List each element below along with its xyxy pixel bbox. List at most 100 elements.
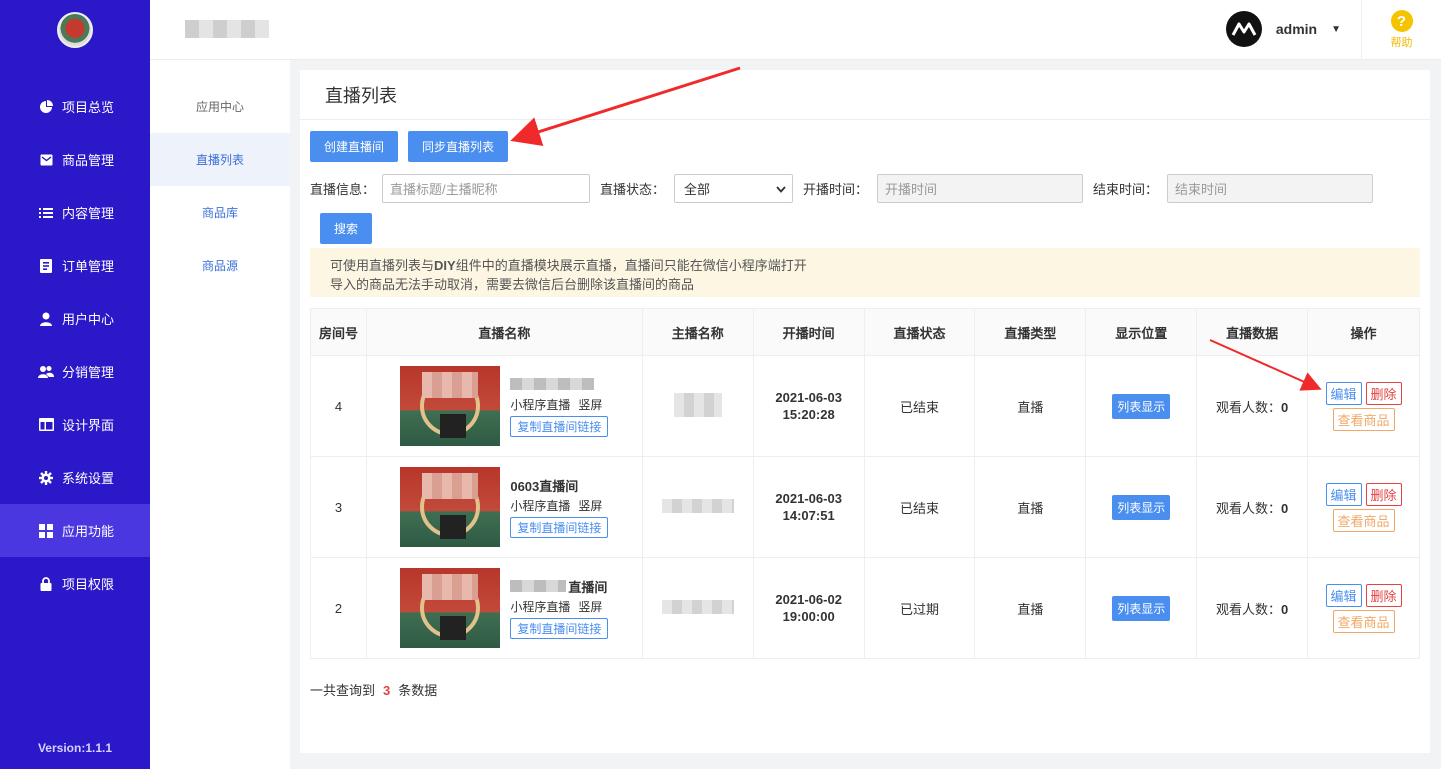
help-icon: ?: [1390, 10, 1413, 32]
delete-button[interactable]: 删除: [1365, 381, 1402, 405]
table-row: 3 0603直播间 小程序直播 竖屏 复制直播间链接 2021-06-03 14:0…: [310, 456, 1420, 558]
live-type: 直播: [974, 355, 1087, 457]
list-icon: [38, 205, 54, 221]
viewers-cell: 观看人数：0: [1196, 557, 1309, 659]
live-info-input[interactable]: 直播标题/主播昵称: [382, 174, 590, 203]
copy-live-link-button[interactable]: 复制直播间链接: [510, 416, 609, 437]
sidebar-item-permissions[interactable]: 项目权限: [0, 557, 150, 610]
actions-cell: 编辑 删除 查看商品: [1307, 355, 1420, 457]
main-panel: 直播列表 创建直播间 同步直播列表 直播信息： 直播标题/主播昵称 直播状态： …: [300, 70, 1430, 753]
copy-live-link-button[interactable]: 复制直播间链接: [510, 517, 609, 538]
sidebar-item-users[interactable]: 用户中心: [0, 292, 150, 345]
help-button[interactable]: ? 帮助: [1361, 0, 1441, 60]
filter-end-label: 结束时间：: [1093, 182, 1159, 197]
subnav-title[interactable]: 应用中心: [150, 80, 290, 133]
total-count: 一共查询到 3 条数据: [310, 683, 438, 698]
users-icon: [38, 364, 54, 380]
sidebar-item-label: 项目权限: [62, 577, 115, 592]
view-products-button[interactable]: 查看商品: [1332, 407, 1395, 431]
live-status-value: 全部: [684, 182, 711, 197]
filter-status-label: 直播状态：: [600, 182, 666, 197]
live-meta: 小程序直播 竖屏: [510, 499, 603, 513]
sidebar-item-apps[interactable]: 应用功能: [0, 504, 150, 557]
live-type: 直播: [974, 456, 1087, 558]
edit-button[interactable]: 编辑: [1325, 583, 1362, 607]
table-header-row: 房间号 直播名称 主播名称 开播时间 直播状态 直播类型 显示位置 直播数据 操…: [310, 308, 1420, 356]
chevron-down-icon: [776, 181, 786, 196]
sidebar-item-label: 内容管理: [62, 206, 115, 221]
username: admin: [1275, 21, 1318, 37]
avatar: [1225, 11, 1262, 47]
col-host-name: 主播名称: [641, 308, 754, 356]
live-cover-image: [400, 467, 501, 547]
user-icon: [38, 311, 54, 327]
filter-start-label: 开播时间：: [803, 182, 869, 197]
col-live-name: 直播名称: [365, 308, 643, 356]
sidebar: 项目总览 商品管理 内容管理 订单管理 用户中心 分销管理 设计界面 系统设置: [0, 0, 150, 769]
col-start-time: 开播时间: [752, 308, 865, 356]
subnav-item-product-library[interactable]: 商品库: [150, 186, 290, 239]
edit-button[interactable]: 编辑: [1325, 381, 1362, 405]
live-name: 0603直播间: [510, 478, 579, 494]
sidebar-item-label: 项目总览: [62, 100, 115, 115]
sidebar-item-label: 商品管理: [62, 153, 115, 168]
live-name-cell: 直播间 小程序直播 竖屏 复制直播间链接: [365, 557, 643, 659]
sync-live-list-button[interactable]: 同步直播列表: [408, 131, 508, 162]
viewers-cell: 观看人数：0: [1196, 355, 1309, 457]
viewers-cell: 观看人数：0: [1196, 456, 1309, 558]
sidebar-item-label: 应用功能: [62, 524, 115, 539]
live-meta: 小程序直播 竖屏: [510, 398, 603, 412]
live-type: 直播: [974, 557, 1087, 659]
sidebar-item-overview[interactable]: 项目总览: [0, 80, 150, 133]
subnav-item-product-source[interactable]: 商品源: [150, 239, 290, 292]
room-id: 2: [310, 557, 367, 659]
sidebar-item-label: 系统设置: [62, 471, 115, 486]
delete-button[interactable]: 删除: [1365, 482, 1402, 506]
table-row: 4 小程序直播 竖屏 复制直播间链接 2021-06-03 15:20:28 已结束…: [310, 355, 1420, 457]
end-time-input[interactable]: 结束时间: [1167, 174, 1373, 203]
sidebar-item-distribution[interactable]: 分销管理: [0, 345, 150, 398]
live-status-select[interactable]: 全部: [674, 174, 793, 203]
view-products-button[interactable]: 查看商品: [1332, 508, 1395, 532]
layout-icon: [38, 417, 54, 433]
sidebar-item-products[interactable]: 商品管理: [0, 133, 150, 186]
start-time-cell: 2021-06-03 15:20:28: [752, 355, 865, 457]
blurred-live-name: [510, 580, 567, 592]
live-name-cell: 小程序直播 竖屏 复制直播间链接: [365, 355, 643, 457]
room-id: 3: [310, 456, 367, 558]
topbar: admin ▼ ? 帮助: [150, 0, 1441, 60]
sidebar-item-label: 设计界面: [62, 418, 115, 433]
grid-icon: [38, 523, 54, 539]
create-live-room-button[interactable]: 创建直播间: [310, 131, 398, 162]
col-live-data: 直播数据: [1196, 308, 1309, 356]
display-position-badge: 列表显示: [1112, 393, 1171, 419]
start-time-input[interactable]: 开播时间: [877, 174, 1083, 203]
logo[interactable]: [57, 12, 93, 48]
live-cover-image: [400, 568, 501, 648]
help-label: 帮助: [1390, 37, 1413, 49]
sidebar-item-settings[interactable]: 系统设置: [0, 451, 150, 504]
search-button[interactable]: 搜索: [320, 213, 372, 244]
notice-line-2: 导入的商品无法手动取消，需要去微信后台删除该直播间的商品: [330, 277, 695, 292]
host-name-cell: [641, 456, 754, 558]
blurred-project-title: [185, 20, 269, 38]
notice-line-1: 可使用直播列表与DIY组件中的直播模块展示直播，直播间只能在微信小程序端打开: [330, 258, 807, 273]
blurred-host-name: [661, 599, 734, 614]
view-products-button[interactable]: 查看商品: [1332, 609, 1395, 633]
user-menu[interactable]: admin ▼: [1225, 11, 1341, 47]
copy-live-link-button[interactable]: 复制直播间链接: [510, 618, 609, 639]
col-actions: 操作: [1307, 308, 1420, 356]
edit-button[interactable]: 编辑: [1325, 482, 1362, 506]
display-position-badge: 列表显示: [1112, 494, 1171, 520]
subnav-item-live-list[interactable]: 直播列表: [150, 133, 290, 186]
blurred-host-name: [661, 498, 734, 513]
sidebar-item-content[interactable]: 内容管理: [0, 186, 150, 239]
start-time-cell: 2021-06-03 14:07:51: [752, 456, 865, 558]
sidebar-item-design[interactable]: 设计界面: [0, 398, 150, 451]
pie-chart-icon: [38, 99, 54, 115]
delete-button[interactable]: 删除: [1365, 583, 1402, 607]
host-name-cell: [641, 355, 754, 457]
col-live-type: 直播类型: [974, 308, 1087, 356]
table-row: 2 直播间 小程序直播 竖屏 复制直播间链接 2021-06-02 19:00:00…: [310, 557, 1420, 659]
sidebar-item-orders[interactable]: 订单管理: [0, 239, 150, 292]
